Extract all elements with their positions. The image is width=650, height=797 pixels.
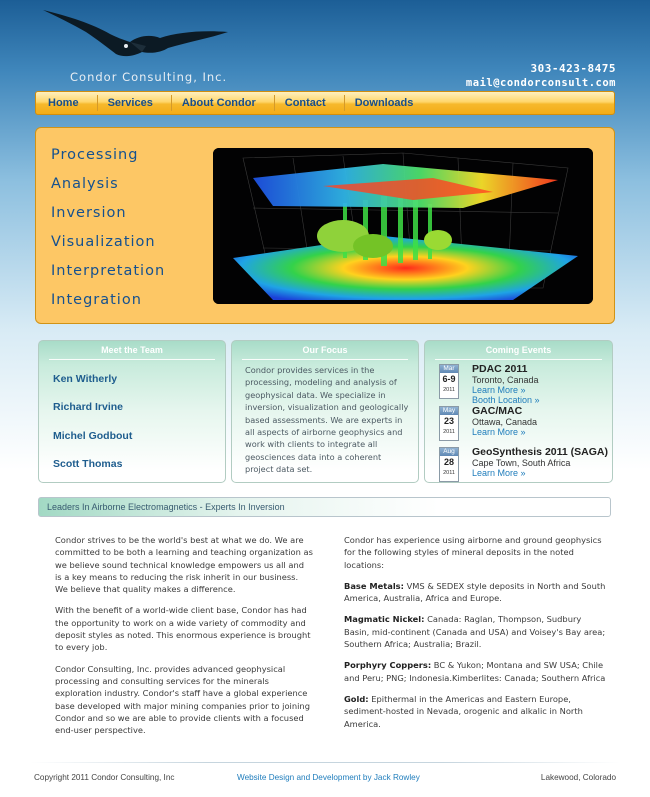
condor-logo-icon xyxy=(43,10,228,57)
event-title: PDAC 2011 xyxy=(472,363,528,375)
events-panel-divider xyxy=(435,359,602,360)
event-year: 2011 xyxy=(443,387,455,393)
learn-more-link[interactable]: Learn More » xyxy=(472,468,526,478)
hero-banner: Processing Analysis Inversion Visualizat… xyxy=(35,127,615,324)
event-location: Ottawa, Canada xyxy=(472,417,538,427)
event-item: Aug 28 2011 GeoSynthesis 2011 (SAGA) Cap… xyxy=(439,446,609,484)
event-month: Aug xyxy=(440,448,458,456)
intro-paragraph: Condor strives to be the world's best at… xyxy=(55,535,313,595)
deposit-text: Epithermal in the Americas and Eastern E… xyxy=(344,693,583,729)
focus-panel-title: Our Focus xyxy=(302,345,348,355)
team-panel-title: Meet the Team xyxy=(101,345,163,355)
deposit-label: Base Metals: xyxy=(344,580,404,591)
team-panel: Meet the Team Ken Witherly Richard Irvin… xyxy=(38,340,226,483)
event-day: 23 xyxy=(443,416,454,426)
event-month: May xyxy=(440,407,458,415)
focus-panel: Our Focus Condor provides services in th… xyxy=(231,340,419,483)
deposit-entry: Gold: Epithermal in the Americas and Eas… xyxy=(344,693,606,730)
event-day: 28 xyxy=(443,457,454,467)
hero-word-inversion: Inversion xyxy=(51,205,127,221)
email-link[interactable]: mail@condorconsult.com xyxy=(466,77,616,89)
hero-word-processing: Processing xyxy=(51,147,139,163)
hero-word-integration: Integration xyxy=(51,292,142,308)
hero-word-analysis: Analysis xyxy=(51,176,119,192)
deposit-entry: Magmatic Nickel: Canada: Raglan, Thompso… xyxy=(344,613,606,650)
events-panel-title: Coming Events xyxy=(485,345,552,355)
event-year: 2011 xyxy=(443,429,455,435)
deposit-label: Porphyry Coppers: xyxy=(344,660,432,671)
team-member-link[interactable]: Richard Irvine xyxy=(53,401,123,413)
footer-location: Lakewood, Colorado xyxy=(540,773,616,782)
tagline-text: Leaders In Airborne Electromagnetics - E… xyxy=(47,502,285,512)
event-day: 6-9 xyxy=(442,374,456,384)
learn-more-link[interactable]: Learn More » xyxy=(472,385,526,395)
event-title: GeoSynthesis 2011 (SAGA) xyxy=(472,446,608,458)
nav-home[interactable]: Home xyxy=(38,95,98,111)
geophysics-visualization-image xyxy=(213,148,593,304)
learn-more-link[interactable]: Learn More » xyxy=(472,427,526,437)
main-nav: Home Services About Condor Contact Downl… xyxy=(35,91,615,115)
footer-design-credit-link[interactable]: Website Design and Development by Jack R… xyxy=(237,773,420,782)
team-member-link[interactable]: Michel Godbout xyxy=(53,430,132,442)
focus-description: Condor provides services in the processi… xyxy=(245,365,409,475)
events-panel: Coming Events Mar 6-9 2011 PDAC 2011 Tor… xyxy=(424,340,613,483)
calendar-icon: May 23 2011 xyxy=(439,406,459,441)
calendar-icon: Mar 6-9 2011 xyxy=(439,364,459,399)
event-location: Toronto, Canada xyxy=(472,375,539,385)
experience-intro: Condor has experience using airborne and… xyxy=(344,535,602,570)
hero-word-interpretation: Interpretation xyxy=(51,263,166,279)
event-month: Mar xyxy=(440,365,458,373)
event-item: Mar 6-9 2011 PDAC 2011 Toronto, Canada L… xyxy=(439,363,609,405)
phone-number: 303-423-8475 xyxy=(530,62,616,75)
experience-column: Condor has experience using airborne and… xyxy=(344,534,606,739)
intro-column: Condor strives to be the world's best at… xyxy=(55,534,313,745)
deposit-entry: Porphyry Coppers: BC & Yukon; Montana an… xyxy=(344,659,606,684)
team-panel-divider xyxy=(49,359,215,360)
nav-contact[interactable]: Contact xyxy=(275,95,345,111)
booth-location-link[interactable]: Booth Location » xyxy=(472,395,540,405)
focus-panel-divider xyxy=(242,359,408,360)
brand-name: Condor Consulting, Inc. xyxy=(70,70,228,84)
deposit-label: Magmatic Nickel: xyxy=(344,614,425,625)
hero-word-visualization: Visualization xyxy=(51,234,156,250)
footer-copyright: Copyright 2011 Condor Consulting, Inc xyxy=(34,773,175,782)
intro-paragraph: Condor Consulting, Inc. provides advance… xyxy=(55,663,310,736)
event-location: Cape Town, South Africa xyxy=(472,458,571,468)
team-member-link[interactable]: Scott Thomas xyxy=(53,458,122,470)
deposit-entry: Base Metals: VMS & SEDEX style deposits … xyxy=(344,580,606,605)
nav-downloads[interactable]: Downloads xyxy=(345,95,432,111)
intro-paragraph: With the benefit of a world-wide client … xyxy=(55,605,311,653)
nav-services[interactable]: Services xyxy=(98,95,172,111)
footer-divider xyxy=(30,762,620,763)
event-year: 2011 xyxy=(443,470,455,476)
calendar-icon: Aug 28 2011 xyxy=(439,447,459,482)
tagline-bar: Leaders In Airborne Electromagnetics - E… xyxy=(38,497,611,517)
deposit-label: Gold: xyxy=(344,693,369,704)
event-title: GAC/MAC xyxy=(472,405,523,417)
team-member-link[interactable]: Ken Witherly xyxy=(53,373,117,385)
nav-about-condor[interactable]: About Condor xyxy=(172,95,275,111)
event-item: May 23 2011 GAC/MAC Ottawa, Canada Learn… xyxy=(439,405,609,443)
